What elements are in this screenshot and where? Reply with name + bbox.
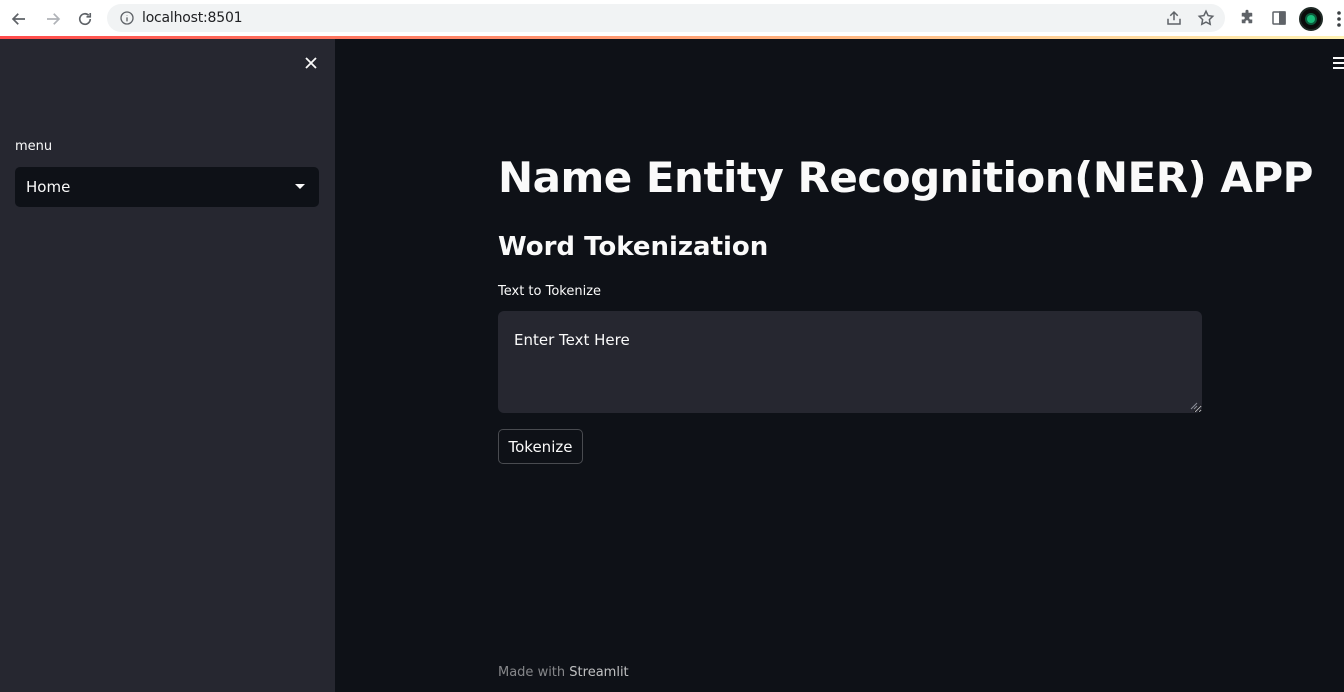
- footer-prefix: Made with: [498, 665, 566, 680]
- reload-icon[interactable]: [74, 8, 96, 30]
- streamlit-link[interactable]: Streamlit: [569, 665, 628, 680]
- share-icon[interactable]: [1165, 9, 1183, 27]
- close-sidebar-icon[interactable]: [300, 52, 322, 74]
- address-bar[interactable]: localhost:8501: [107, 4, 1225, 32]
- chevron-down-icon[interactable]: [295, 184, 305, 189]
- footer: Made with Streamlit: [498, 665, 629, 680]
- menu-label: menu: [15, 139, 53, 154]
- page-title: Name Entity Recognition(NER) APP: [498, 153, 1313, 202]
- star-icon[interactable]: [1197, 9, 1215, 27]
- url-text[interactable]: localhost:8501: [142, 10, 243, 26]
- text-field-label: Text to Tokenize: [498, 284, 602, 299]
- menu-select-value[interactable]: Home: [26, 178, 70, 196]
- tokenize-button[interactable]: Tokenize: [498, 429, 583, 464]
- main-content: Name Entity Recognition(NER) APP Word To…: [335, 39, 1344, 692]
- kebab-menu-icon[interactable]: [1336, 10, 1342, 28]
- side-panel-icon[interactable]: [1270, 9, 1288, 27]
- profile-avatar[interactable]: [1299, 7, 1323, 31]
- section-heading: Word Tokenization: [498, 232, 769, 262]
- info-icon[interactable]: [119, 10, 135, 26]
- hamburger-menu-icon[interactable]: [1333, 57, 1344, 69]
- sidebar: menu Home: [0, 39, 335, 692]
- text-to-tokenize-input[interactable]: [498, 311, 1202, 413]
- browser-toolbar: localhost:8501: [0, 0, 1344, 36]
- menu-select[interactable]: Home: [15, 167, 319, 207]
- extensions-icon[interactable]: [1238, 9, 1256, 27]
- forward-arrow-icon[interactable]: [42, 8, 64, 30]
- back-arrow-icon[interactable]: [8, 8, 30, 30]
